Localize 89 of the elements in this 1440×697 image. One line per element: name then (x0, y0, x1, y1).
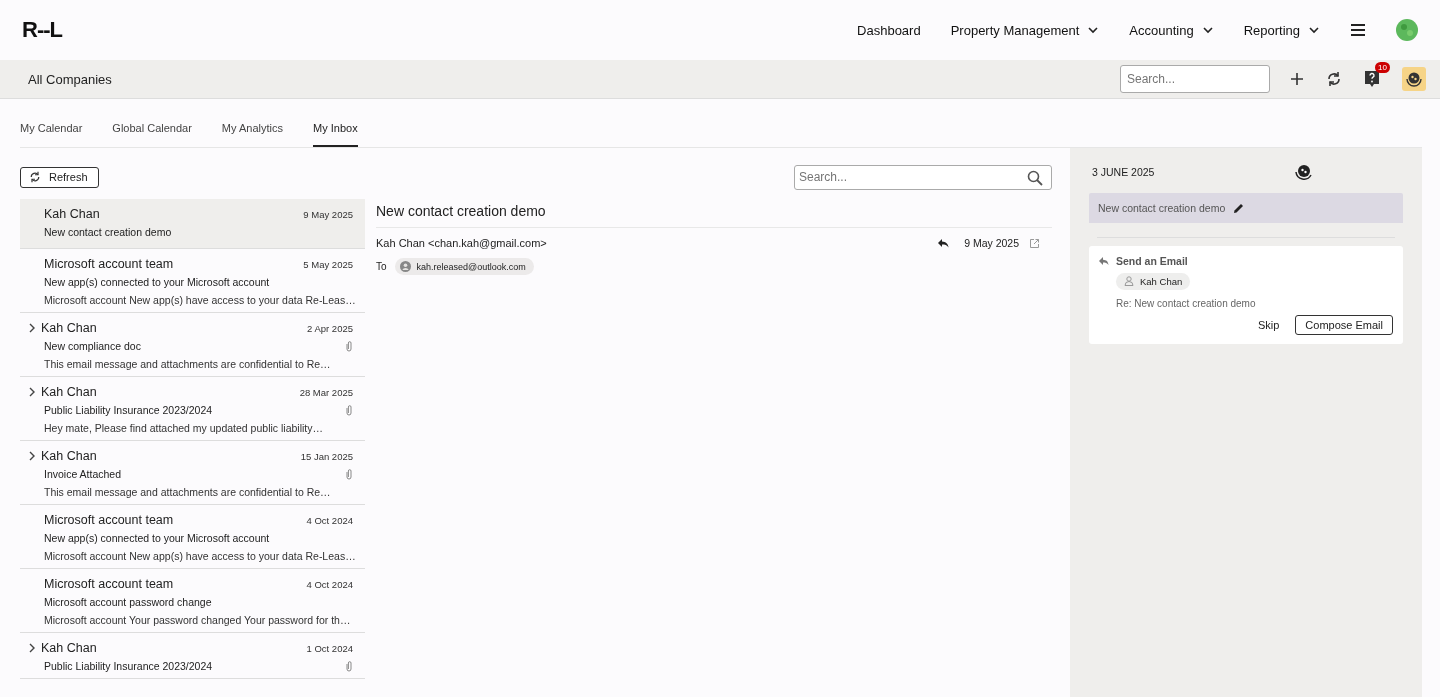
person-icon (399, 261, 411, 272)
sync-icon (29, 171, 41, 183)
email-date: 4 Oct 2024 (306, 514, 353, 526)
avatar-icon[interactable] (1396, 19, 1418, 41)
message-date: 9 May 2025 (964, 237, 1019, 249)
email-subject: New contact creation demo (44, 226, 172, 238)
panel-date: 3 JUNE 2025 (1092, 166, 1155, 178)
task-subject: Re: New contact creation demo (1115, 297, 1257, 309)
email-item[interactable]: Kah Chan 1 Oct 2024 Public Liability Insurance 2023/2024 (20, 633, 365, 679)
sender-name: Kah Chan (41, 449, 98, 463)
email-subject: Invoice Attached (44, 468, 122, 480)
assistant-icon (1294, 162, 1315, 182)
plus-icon[interactable] (1290, 72, 1304, 86)
menu-icon[interactable] (1350, 23, 1366, 37)
pencil-icon[interactable] (1233, 202, 1245, 214)
person-icon (1124, 276, 1134, 286)
email-date: 5 May 2025 (303, 258, 353, 270)
paperclip-icon (345, 468, 353, 480)
email-preview: This email message and attachments are confidential to Re… (43, 485, 332, 498)
notification-badge: 10 (1375, 62, 1390, 73)
email-preview: Microsoft account New app(s) have access to your data Re-Leas… (43, 549, 353, 562)
chevron-right-icon[interactable] (28, 323, 36, 333)
reply-icon (1099, 257, 1109, 265)
recipient-chip[interactable]: kah.released@outlook.com (394, 258, 534, 275)
email-item[interactable]: Microsoft account team 5 May 2025 New app(s) connected to your Microsoft account Microsoft account New app(s) have access to your data Re-Leas… (20, 249, 365, 313)
assistant-icon[interactable] (1402, 67, 1426, 91)
paperclip-icon (345, 404, 353, 416)
sender-name: Kah Chan (41, 385, 98, 399)
email-date: 28 Mar 2025 (299, 386, 353, 398)
email-subject: New app(s) connected to your Microsoft account (44, 532, 270, 544)
sender-name: Kah Chan (41, 641, 98, 655)
sender-address: Kah Chan <chan.kah@gmail.com> (376, 237, 548, 249)
chevron-down-icon (1201, 25, 1214, 35)
sender-name: Kah Chan (44, 207, 101, 221)
contact-chip[interactable]: Kah Chan (1116, 272, 1191, 290)
tab[interactable]: My Inbox (313, 122, 358, 147)
nav-link[interactable]: Reporting (1243, 22, 1320, 38)
sender-name: Kah Chan (41, 321, 98, 335)
email-item[interactable]: Kah Chan 9 May 2025 New contact creation demo (20, 199, 365, 249)
email-subject: Public Liability Insurance 2023/2024 (44, 404, 213, 416)
external-link-icon[interactable] (1029, 237, 1040, 249)
tab[interactable]: Global Calendar (112, 122, 192, 147)
task-title: Send an Email (1116, 255, 1188, 267)
search-field[interactable]: Search... (1120, 65, 1270, 93)
sender-name: Microsoft account team (44, 257, 175, 271)
email-date: 2 Apr 2025 (307, 322, 353, 334)
email-preview: This email message and attachments are confidential to Re… (43, 357, 332, 370)
reply-icon[interactable] (937, 238, 950, 248)
sync-icon[interactable] (1326, 71, 1342, 87)
search-icon (1027, 169, 1043, 186)
email-preview: Microsoft account Your password changed Your password for th… (43, 613, 352, 626)
chevron-right-icon[interactable] (28, 451, 36, 461)
email-subject: New app(s) connected to your Microsoft account (44, 276, 270, 288)
tab[interactable]: My Calendar (20, 122, 83, 147)
email-subject: Microsoft account password change (44, 596, 212, 608)
nav-link[interactable]: Accounting (1129, 22, 1214, 38)
chevron-down-icon (1308, 25, 1320, 35)
to-label: To (376, 261, 387, 272)
email-item[interactable]: Microsoft account team 4 Oct 2024 New app(s) connected to your Microsoft account Microsoft account New app(s) have access to your data Re-Leas… (20, 505, 365, 569)
panel-title: New contact creation demo (1098, 202, 1226, 214)
paperclip-icon (345, 660, 353, 672)
email-subject: New compliance doc (44, 340, 141, 352)
nav-link[interactable]: Property Management (950, 22, 1100, 38)
paperclip-icon (345, 340, 353, 352)
help-icon[interactable] (1364, 70, 1380, 88)
email-preview: Microsoft account New app(s) have access to your data Re-Leas… (43, 293, 353, 306)
email-item[interactable]: Kah Chan 2 Apr 2025 New compliance doc This email message and attachments are confidential to Re… (20, 313, 365, 377)
email-subject: Public Liability Insurance 2023/2024 (44, 660, 213, 672)
email-item[interactable]: Kah Chan 28 Mar 2025 Public Liability Insurance 2023/2024 Hey mate, Please find attached my updated public liability… (20, 377, 365, 441)
compose-button[interactable]: Compose Email (1295, 315, 1393, 335)
message-subject: New contact creation demo (376, 199, 1052, 228)
nav-link[interactable]: Dashboard (857, 22, 921, 38)
chevron-right-icon[interactable] (28, 643, 36, 653)
company-name[interactable]: All Companies (28, 71, 112, 87)
logo: R--L (22, 17, 62, 43)
chevron-down-icon (1087, 25, 1100, 35)
email-date: 1 Oct 2024 (306, 642, 353, 654)
search-field[interactable]: Search... (794, 164, 1052, 190)
email-item[interactable]: Microsoft account team 4 Oct 2024 Microsoft account password change Microsoft account Your password changed Your password for th… (20, 569, 365, 633)
chevron-right-icon[interactable] (28, 387, 36, 397)
sender-name: Microsoft account team (44, 513, 175, 527)
sender-name: Microsoft account team (44, 577, 175, 591)
email-date: 4 Oct 2024 (306, 578, 353, 590)
email-item[interactable]: Kah Chan 15 Jan 2025 Invoice Attached This email message and attachments are confidential to Re… (20, 441, 365, 505)
email-date: 9 May 2025 (303, 208, 353, 220)
tab[interactable]: My Analytics (221, 122, 283, 147)
refresh-button[interactable]: Refresh (20, 166, 99, 188)
email-preview: Hey mate, Please find attached my updated public liability… (43, 421, 324, 434)
email-date: 15 Jan 2025 (300, 450, 353, 462)
